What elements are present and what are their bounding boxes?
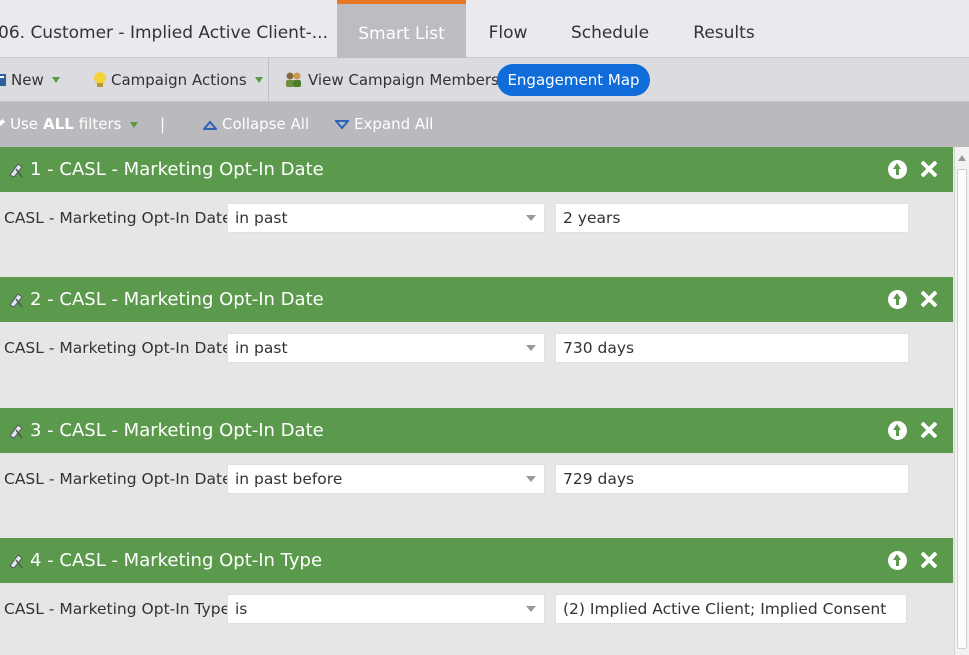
filter-body: CASL - Marketing Opt-In Date: in past 73… — [0, 322, 953, 397]
filter-drag-icon[interactable] — [8, 161, 24, 179]
engagement-map-button[interactable]: Engagement Map — [497, 64, 650, 96]
remove-filter-icon[interactable] — [919, 289, 938, 309]
tab-schedule[interactable]: Schedule — [550, 0, 670, 58]
filter-card: 4 - CASL - Marketing Opt-In Type CASL - … — [0, 538, 953, 655]
chevron-down-icon — [526, 476, 536, 482]
vertical-scrollbar[interactable] — [954, 147, 969, 655]
filter-body: CASL - Marketing Opt-In Type: is (2) Imp… — [0, 583, 953, 655]
tab-smart-list[interactable]: Smart List — [337, 0, 466, 58]
operator-value: in past — [235, 339, 288, 357]
remove-filter-icon[interactable] — [919, 550, 938, 570]
smart-list-canvas: 1 - CASL - Marketing Opt-In Date CASL - … — [0, 147, 954, 655]
expand-all-button[interactable]: Expand All — [335, 102, 433, 147]
operator-select[interactable]: in past before — [227, 464, 545, 494]
operator-value: in past before — [235, 470, 343, 488]
remove-filter-icon[interactable] — [919, 420, 938, 440]
move-up-icon[interactable] — [888, 421, 907, 440]
collapse-all-button[interactable]: Collapse All — [203, 102, 309, 147]
lightbulb-icon — [94, 72, 106, 87]
use-all-filters-dropdown[interactable]: Use ALL filters — [0, 102, 139, 147]
new-menu-button[interactable]: New — [0, 58, 60, 102]
operator-value: is — [235, 600, 248, 618]
scrollbar-thumb[interactable] — [957, 169, 967, 649]
chevron-down-icon — [526, 606, 536, 612]
collapse-all-label: Collapse All — [222, 115, 310, 133]
chevron-down-icon — [526, 215, 536, 221]
filter-header[interactable]: 2 - CASL - Marketing Opt-In Date — [0, 277, 953, 322]
field-label: CASL - Marketing Opt-In Date: — [4, 209, 237, 227]
field-label: CASL - Marketing Opt-In Type: — [4, 600, 236, 618]
filter-card: 3 - CASL - Marketing Opt-In Date CASL - … — [0, 408, 953, 528]
operator-select[interactable]: in past — [227, 203, 545, 233]
remove-filter-icon[interactable] — [919, 159, 938, 179]
move-up-icon[interactable] — [888, 160, 907, 179]
field-label: CASL - Marketing Opt-In Date: — [4, 470, 237, 488]
filter-card: 2 - CASL - Marketing Opt-In Date CASL - … — [0, 277, 953, 397]
new-dropdown-caret-icon — [51, 77, 60, 83]
operator-select[interactable]: is — [227, 594, 545, 624]
tab-flow[interactable]: Flow — [466, 0, 550, 58]
move-up-icon[interactable] — [888, 290, 907, 309]
value-input[interactable]: 729 days — [555, 464, 909, 494]
filter-drag-icon[interactable] — [8, 291, 24, 309]
filter-pin-icon — [0, 118, 5, 126]
chevron-down-icon — [526, 345, 536, 351]
filter-body: CASL - Marketing Opt-In Date: in past 2 … — [0, 192, 953, 267]
campaign-actions-caret-icon — [254, 77, 263, 83]
collapse-triangle-icon — [203, 119, 217, 130]
scroll-up-icon[interactable] — [958, 155, 966, 161]
value-input[interactable]: (2) Implied Active Client; Implied Conse… — [555, 594, 907, 624]
toolbar: New Campaign Actions View Campaign Membe… — [0, 58, 969, 102]
new-label: New — [11, 71, 44, 89]
use-suffix: filters — [78, 115, 122, 133]
field-label: CASL - Marketing Opt-In Date: — [4, 339, 237, 357]
move-up-icon[interactable] — [888, 551, 907, 570]
filter-body: CASL - Marketing Opt-In Date: in past be… — [0, 453, 953, 528]
people-icon — [286, 72, 301, 87]
filterbar-separator: | — [160, 115, 166, 133]
toolbar-divider — [268, 58, 269, 102]
tab-results[interactable]: Results — [670, 0, 778, 58]
view-campaign-members-label: View Campaign Members — [308, 71, 499, 89]
filter-header[interactable]: 1 - CASL - Marketing Opt-In Date — [0, 147, 953, 192]
filter-title: 4 - CASL - Marketing Opt-In Type — [30, 550, 323, 571]
use-filters-caret-icon — [130, 121, 139, 128]
filter-title: 2 - CASL - Marketing Opt-In Date — [30, 289, 324, 310]
operator-value: in past — [235, 209, 288, 227]
use-bold: ALL — [43, 115, 74, 133]
filter-header[interactable]: 3 - CASL - Marketing Opt-In Date — [0, 408, 953, 453]
tab-bar: 06. Customer - Implied Active Client-...… — [0, 0, 969, 58]
new-icon — [0, 74, 6, 86]
expand-all-label: Expand All — [354, 115, 434, 133]
campaign-actions-button[interactable]: Campaign Actions — [93, 58, 263, 102]
value-input[interactable]: 2 years — [555, 203, 909, 233]
filter-header[interactable]: 4 - CASL - Marketing Opt-In Type — [0, 538, 953, 583]
filter-drag-icon[interactable] — [8, 422, 24, 440]
filter-options-bar: Use ALL filters | Collapse All Expand Al… — [0, 102, 969, 147]
use-prefix: Use — [10, 115, 39, 133]
expand-triangle-icon — [335, 119, 349, 130]
operator-select[interactable]: in past — [227, 333, 545, 363]
view-campaign-members-button[interactable]: View Campaign Members — [284, 58, 499, 102]
filter-card: 1 - CASL - Marketing Opt-In Date CASL - … — [0, 147, 953, 267]
filter-title: 1 - CASL - Marketing Opt-In Date — [30, 159, 324, 180]
filter-drag-icon[interactable] — [8, 552, 24, 570]
program-name: 06. Customer - Implied Active Client-... — [0, 23, 328, 43]
value-input[interactable]: 730 days — [555, 333, 909, 363]
filter-title: 3 - CASL - Marketing Opt-In Date — [30, 420, 324, 441]
campaign-actions-label: Campaign Actions — [111, 71, 247, 89]
